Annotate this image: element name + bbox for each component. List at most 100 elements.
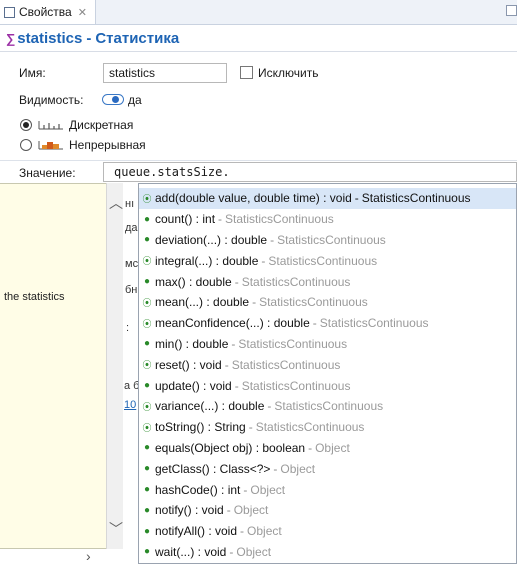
completion-owner: StatisticsContinuous [259, 295, 368, 310]
completion-owner: StatisticsContinuous [268, 253, 378, 268]
method-icon: ● [143, 484, 151, 496]
hidden-fragment: : [126, 322, 130, 334]
expand-right-icon[interactable]: › [86, 548, 91, 564]
maximize-icon[interactable] [506, 5, 517, 16]
completion-signature: meanConfidence(...) : double [155, 316, 310, 331]
completion-separator: - [224, 357, 229, 372]
completion-signature: variance(...) : double [155, 399, 265, 414]
completion-signature: add(double value, double time) : void [155, 191, 352, 206]
completion-separator: - [270, 232, 275, 247]
completion-list[interactable]: ⦿ add(double value, double time) : void - S… [138, 183, 517, 564]
completion-owner: Object [280, 461, 316, 476]
tab-properties[interactable]: Свойства ✕ [0, 0, 96, 24]
statistics-icon: ∑ [6, 30, 16, 46]
exclude-label: Исключить [258, 66, 319, 80]
completion-item[interactable]: ⦿ toString() : String - StatisticsContinuou… [139, 417, 516, 438]
override-icon: ⦿ [142, 193, 152, 204]
completion-separator: - [252, 295, 257, 310]
override-icon: ⦿ [142, 401, 152, 412]
completion-item[interactable]: ● hashCode() : int - Object [139, 479, 516, 500]
override-icon: ⦿ [142, 318, 152, 329]
completion-item[interactable]: ⦿ add(double value, double time) : void - S… [139, 188, 516, 209]
completion-owner: Object [236, 544, 272, 559]
header-separator: - [86, 29, 92, 47]
completion-item[interactable]: ● update() : void - StatisticsContinuous [139, 375, 516, 396]
visibility-label: Видимость: [19, 93, 84, 107]
completion-item[interactable]: ● notifyAll() : void - Object [139, 521, 516, 542]
completion-item[interactable]: ● equals(Object obj) : boolean - Object [139, 438, 516, 459]
completion-owner: StatisticsContinuous [241, 274, 351, 289]
completion-owner: StatisticsContinuous [231, 357, 341, 372]
completion-separator: - [226, 503, 231, 518]
method-icon: ● [143, 546, 151, 558]
doc-scrollbar[interactable]: ︿ ﹀ [106, 183, 123, 549]
completion-signature: max() : double [155, 274, 232, 289]
completion-signature: count() : int [155, 212, 216, 227]
hidden-fragment: да [125, 222, 138, 234]
hidden-link-fragment[interactable]: 10 [124, 399, 136, 411]
value-label: Значение: [19, 166, 76, 180]
visibility-toggle[interactable] [102, 94, 124, 105]
completion-item[interactable]: ⦿ variance(...) : double - StatisticsContin… [139, 396, 516, 417]
discrete-label: Дискретная [69, 118, 134, 132]
completion-separator: - [354, 191, 359, 206]
completion-signature: mean(...) : double [155, 295, 250, 310]
completion-owner: StatisticsContinuous [241, 378, 351, 393]
completion-owner: Object [315, 440, 350, 455]
continuous-label: Непрерывная [69, 138, 146, 152]
completion-item[interactable]: ● min() : double - StatisticsContinuous [139, 334, 516, 355]
method-icon: ● [143, 504, 151, 516]
completion-item[interactable]: ⦿ meanConfidence(...) : double - Statistics… [139, 313, 516, 334]
completion-item[interactable]: ● getClass() : Class<?> - Object [139, 458, 516, 479]
completion-owner: Object [233, 503, 269, 518]
discrete-radio[interactable] [20, 119, 32, 131]
continuous-radio[interactable] [20, 139, 32, 151]
method-icon: ● [143, 276, 151, 288]
scroll-down-icon[interactable]: ﹀ [109, 519, 123, 539]
close-icon[interactable]: ✕ [78, 6, 87, 19]
completion-signature: update() : void [155, 378, 232, 393]
method-icon: ● [143, 525, 151, 537]
doc-text: the statistics [4, 291, 65, 303]
completion-signature: deviation(...) : double [155, 232, 268, 247]
completion-item[interactable]: ⦿ mean(...) : double - StatisticsContinuous [139, 292, 516, 313]
override-icon: ⦿ [142, 422, 152, 433]
completion-separator: - [240, 524, 245, 539]
completion-separator: - [234, 378, 239, 393]
completion-owner: StatisticsContinuous [277, 232, 386, 247]
completion-signature: integral(...) : double [155, 253, 259, 268]
completion-item[interactable]: ● notify() : void - Object [139, 500, 516, 521]
method-icon: ● [143, 442, 151, 454]
visibility-value: да [128, 93, 142, 107]
completion-item[interactable]: ● wait(...) : void - Object [139, 542, 516, 563]
completion-item[interactable]: ⦿ reset() : void - StatisticsContinuous [139, 354, 516, 375]
hidden-fragment: мс [125, 258, 139, 270]
completion-owner: StatisticsContinuous [274, 399, 384, 414]
completion-owner: StatisticsContinuous [238, 336, 348, 351]
completion-separator: - [218, 212, 223, 227]
discrete-chart-icon [38, 121, 63, 130]
completion-item[interactable]: ● deviation(...) : double - StatisticsConti… [139, 230, 516, 251]
value-code-field[interactable]: queue.statsSize. [103, 162, 517, 182]
completion-owner: StatisticsContinuous [319, 316, 429, 331]
completion-item[interactable]: ⦿ integral(...) : double - StatisticsContin… [139, 250, 516, 271]
completion-signature: getClass() : Class<?> [155, 461, 271, 476]
completion-separator: - [308, 440, 313, 455]
completion-separator: - [267, 399, 272, 414]
tab-bar: Свойства ✕ [0, 0, 517, 25]
completion-signature: min() : double [155, 336, 229, 351]
override-icon: ⦿ [142, 256, 152, 267]
completion-signature: toString() : String [155, 420, 246, 435]
exclude-checkbox[interactable] [240, 66, 253, 79]
completion-item[interactable]: ● max() : double - StatisticsContinuous [139, 271, 516, 292]
completion-item[interactable]: ● count() : int - StatisticsContinuous [139, 209, 516, 230]
name-field[interactable]: statistics [103, 63, 227, 83]
scroll-up-icon[interactable]: ︿ [109, 193, 123, 213]
method-icon: ● [143, 234, 151, 246]
completion-separator: - [273, 461, 278, 476]
completion-separator: - [229, 544, 234, 559]
continuous-chart-icon [38, 141, 63, 150]
method-icon: ● [143, 213, 151, 225]
element-type: Статистика [95, 29, 180, 47]
method-icon: ● [143, 338, 151, 350]
